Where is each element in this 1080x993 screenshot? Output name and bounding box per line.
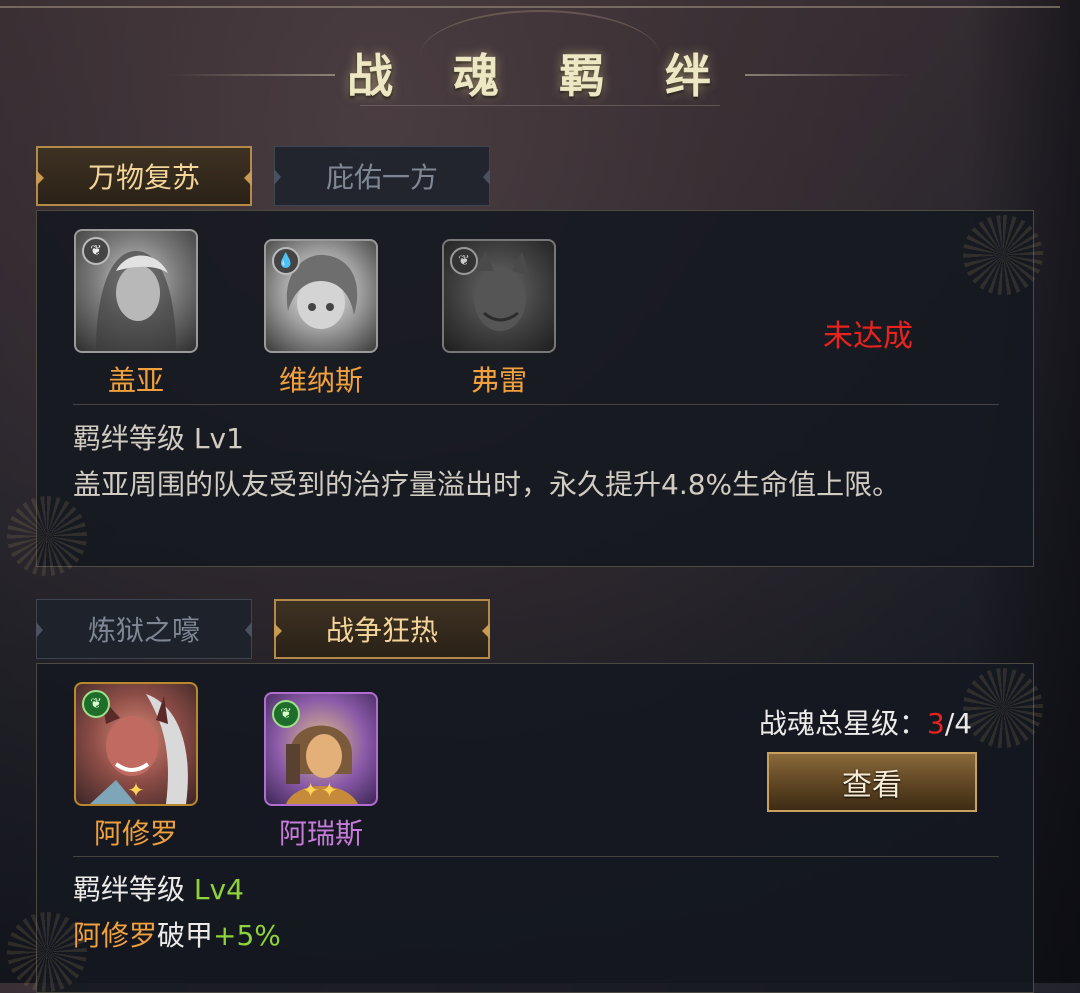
- hero-name: 盖亚: [107, 364, 164, 397]
- hero-portrait: ❦: [442, 239, 556, 353]
- divider: [73, 856, 999, 857]
- leaf-icon: ❦: [450, 247, 478, 275]
- hero-portrait: ❦ ✦: [74, 682, 198, 806]
- star-current: 3: [927, 707, 945, 740]
- leaf-icon: ❦: [82, 690, 110, 718]
- star-rating-2: ✦✦: [302, 778, 340, 802]
- hero-card-frey[interactable]: ❦ 弗雷: [441, 239, 557, 399]
- hero-card-asura[interactable]: ❦ ✦ 阿修罗: [73, 682, 199, 852]
- effect-hero: 阿修罗: [73, 919, 158, 952]
- water-drop-icon: 💧: [272, 247, 300, 275]
- bond-level-line: 羁绊等级 Lv4: [73, 870, 244, 910]
- hero-portrait: 💧: [264, 239, 378, 353]
- top-border-line: [0, 6, 1060, 8]
- hero-card-gaia[interactable]: ❦ 盖亚: [73, 229, 199, 399]
- star-total-label: 战魂总星级：: [759, 707, 928, 740]
- bond-effect-line: 阿修罗破甲+5%: [73, 916, 281, 956]
- effect-value: +5%: [213, 919, 281, 952]
- leaf-icon: ❦: [82, 237, 110, 265]
- view-button[interactable]: 查看: [767, 752, 977, 812]
- hero-name: 弗雷: [470, 364, 527, 397]
- title-underline: [360, 105, 720, 106]
- star-rating-1: ✦: [127, 778, 145, 802]
- tab-label: 炼狱之嚎: [87, 614, 200, 647]
- bond-description: 盖亚周围的队友受到的治疗量溢出时，永久提升4.8%生命值上限。: [73, 468, 901, 501]
- panel-ornament: [963, 215, 1043, 295]
- divider: [73, 404, 999, 405]
- tab-label: 万物复苏: [87, 161, 200, 194]
- tab-biyou-yifang[interactable]: 庇佑一方: [274, 146, 490, 206]
- bond-status: 未达成: [823, 319, 913, 354]
- hero-name: 阿瑞斯: [278, 817, 363, 850]
- hero-name: 维纳斯: [278, 364, 363, 397]
- panel-ornament: [963, 668, 1043, 748]
- hero-card-venus[interactable]: 💧 维纳斯: [263, 239, 379, 399]
- bond-panel-2: ❦ ✦ 阿修罗 ❦ ✦✦ 阿瑞斯 战魂总星级：3/4 查看 羁绊等级 Lv4 阿…: [7, 663, 1043, 993]
- tab-label: 庇佑一方: [325, 161, 438, 194]
- bond-level-line: 羁绊等级 Lv1: [73, 419, 244, 459]
- tab-lianyu-zhihao[interactable]: 炼狱之嚎: [36, 599, 252, 659]
- bond-level-label: 羁绊等级: [73, 422, 186, 455]
- panel-ornament: [7, 496, 87, 576]
- hero-portrait: ❦: [74, 229, 198, 353]
- star-total: 4: [954, 707, 973, 740]
- effect-stat: 破甲: [157, 919, 214, 952]
- tab-label: 战争狂热: [325, 614, 438, 647]
- tab-zhanzheng-kuangre[interactable]: 战争狂热: [274, 599, 490, 659]
- hero-name: 阿修罗: [93, 817, 178, 850]
- bond-level-label: 羁绊等级: [73, 873, 186, 906]
- page-title: 战 魂 羁 绊: [346, 49, 734, 103]
- hero-portrait: ❦ ✦✦: [264, 692, 378, 806]
- star-total-line: 战魂总星级：3/4: [759, 704, 972, 744]
- star-separator: /: [944, 707, 955, 740]
- tab-wanwu-fusu[interactable]: 万物复苏: [36, 146, 252, 206]
- bond-level-value: Lv1: [193, 422, 244, 455]
- leaf-icon: ❦: [272, 700, 300, 728]
- bond-panel-1: ❦ 盖亚 💧 维纳斯 ❦ 弗雷 未达成 羁绊等级 Lv1 盖亚周围的队友受到的治…: [7, 210, 1043, 576]
- bond-level-value: Lv4: [193, 873, 244, 906]
- title-banner: 战 魂 羁 绊: [0, 10, 1080, 110]
- hero-card-ares[interactable]: ❦ ✦✦ 阿瑞斯: [263, 692, 379, 852]
